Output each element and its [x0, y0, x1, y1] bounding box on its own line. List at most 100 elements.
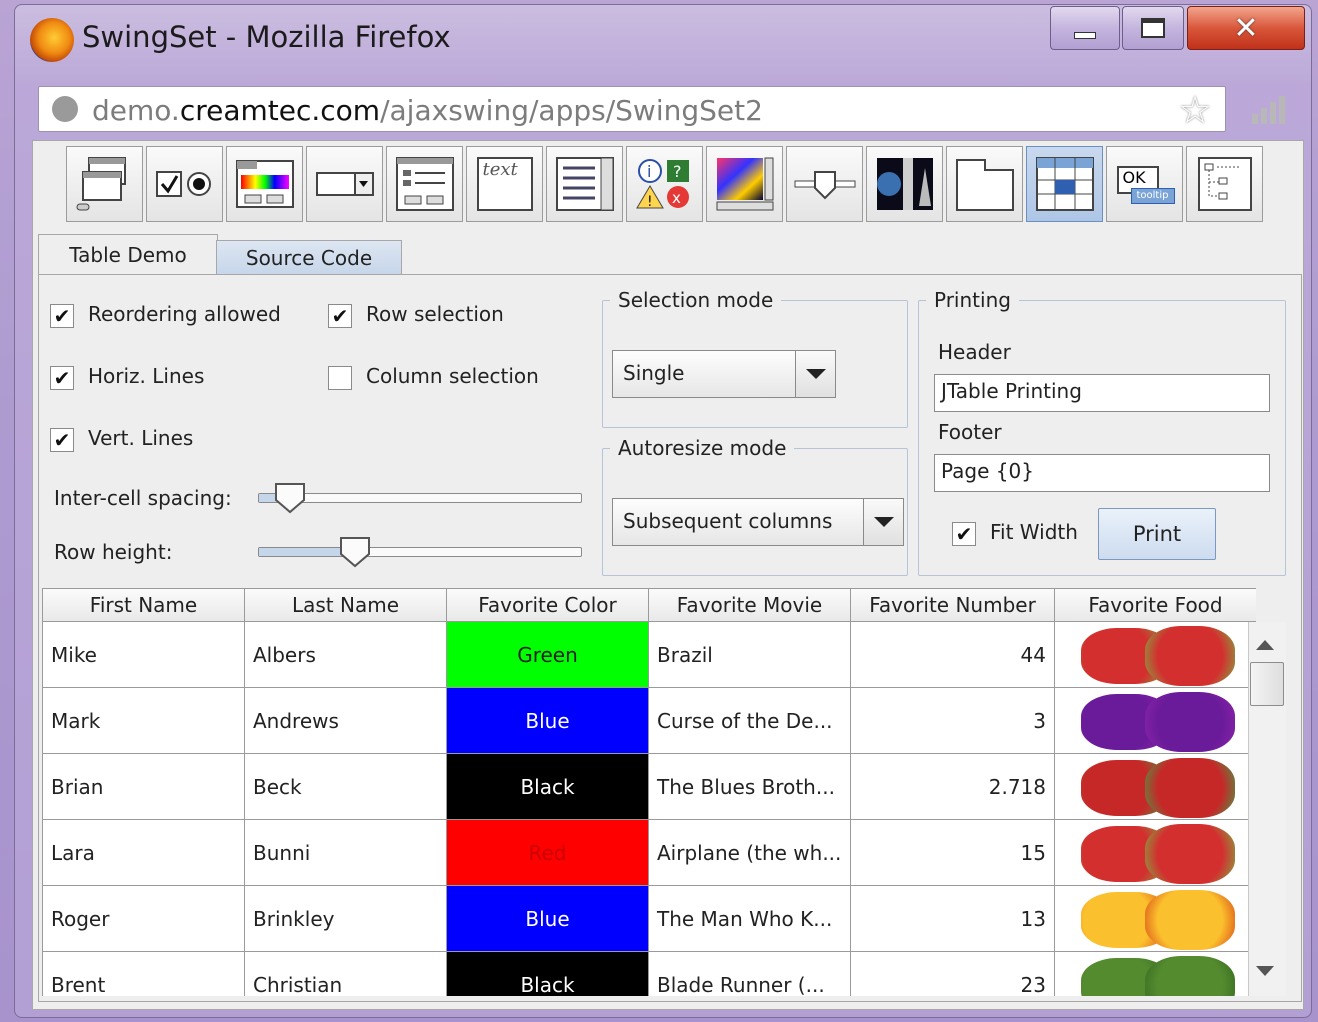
autoresize-mode-combobox[interactable]: Subsequent columns — [612, 498, 904, 546]
food-image-cell[interactable] — [1055, 820, 1256, 886]
bookmark-star-icon[interactable]: ☆ — [1178, 88, 1212, 132]
number-cell[interactable]: 15 — [851, 820, 1055, 886]
url-path: /ajaxswing/apps/SwingSet2 — [380, 94, 763, 127]
food-image-cell[interactable] — [1055, 754, 1256, 820]
color-cell[interactable]: Red — [447, 820, 649, 886]
list-demo-button[interactable] — [546, 146, 623, 222]
table-row[interactable]: Roger Brinkley Blue The Man Who K... 13 — [42, 886, 1256, 952]
first-cell[interactable]: Mike — [42, 622, 245, 688]
button-demo-button[interactable] — [146, 146, 223, 222]
food-image-cell[interactable] — [1055, 886, 1256, 952]
internal-frame-demo-button[interactable] — [66, 146, 143, 222]
row-height-thumb[interactable] — [339, 536, 371, 568]
row-height-slider[interactable] — [258, 547, 582, 557]
table-demo-button[interactable] — [1026, 146, 1103, 222]
movie-cell[interactable]: The Blues Broth... — [649, 754, 851, 820]
tab-table-demo[interactable]: Table Demo — [38, 234, 218, 274]
column-selection-checkbox[interactable] — [328, 366, 352, 390]
number-cell[interactable]: 44 — [851, 622, 1055, 688]
column-header-last-name[interactable]: Last Name — [245, 588, 447, 622]
reordering-checkbox[interactable]: ✔ — [50, 304, 74, 328]
last-cell[interactable]: Bunni — [245, 820, 447, 886]
number-cell[interactable]: 2.718 — [851, 754, 1055, 820]
tabbed-pane-demo-button[interactable] — [946, 146, 1023, 222]
autoresize-mode-dropdown-arrow[interactable] — [863, 499, 903, 545]
column-header-favorite-movie[interactable]: Favorite Movie — [649, 588, 851, 622]
file-chooser-demo-button[interactable] — [386, 146, 463, 222]
option-pane-demo-button[interactable]: i?! x — [626, 146, 703, 222]
minimize-button[interactable] — [1050, 6, 1120, 50]
row-selection-checkbox[interactable]: ✔ — [328, 304, 352, 328]
column-header-favorite-color[interactable]: Favorite Color — [447, 588, 649, 622]
movie-cell[interactable]: Blade Runner (... — [649, 952, 851, 996]
tooltip-demo-button[interactable]: OK tooltip — [1106, 146, 1183, 222]
first-cell-text: Mike — [51, 642, 97, 667]
last-cell[interactable]: Brinkley — [245, 886, 447, 952]
table-row[interactable]: Brian Beck Black The Blues Broth... 2.718 — [42, 754, 1256, 820]
table-row[interactable]: Lara Bunni Red Airplane (the wh... 15 — [42, 820, 1256, 886]
selection-mode-dropdown-arrow[interactable] — [795, 351, 835, 397]
vert-lines-checkbox[interactable]: ✔ — [50, 428, 74, 452]
last-cell[interactable]: Albers — [245, 622, 447, 688]
strawberry-image-part — [1145, 626, 1235, 686]
column-header-favorite-food[interactable]: Favorite Food — [1055, 588, 1256, 622]
first-cell[interactable]: Brent — [42, 952, 245, 996]
fit-width-checkbox[interactable]: ✔ — [952, 522, 976, 546]
table-row[interactable]: Mark Andrews Blue Curse of the De... 3 — [42, 688, 1256, 754]
movie-cell[interactable]: The Man Who K... — [649, 886, 851, 952]
food-image-cell[interactable] — [1055, 688, 1256, 754]
column-header-favorite-number[interactable]: Favorite Number — [851, 588, 1055, 622]
svg-text:x: x — [672, 189, 681, 207]
movie-cell[interactable]: Curse of the De... — [649, 688, 851, 754]
inter-cell-spacing-thumb[interactable] — [274, 482, 306, 514]
progress-bar-demo-button[interactable] — [706, 146, 783, 222]
table-row[interactable]: Brent Christian Black Blade Runner (... 23 — [42, 952, 1256, 996]
first-cell[interactable]: Mark — [42, 688, 245, 754]
header-field[interactable]: JTable Printing — [934, 374, 1270, 412]
inter-cell-spacing-slider[interactable] — [258, 493, 582, 503]
first-cell[interactable]: Brian — [42, 754, 245, 820]
combobox-demo-button[interactable] — [306, 146, 383, 222]
column-header-first-name[interactable]: First Name — [42, 588, 245, 622]
color-cell[interactable]: Black — [447, 754, 649, 820]
movie-cell[interactable]: Brazil — [649, 622, 851, 688]
food-image-cell[interactable] — [1055, 622, 1256, 688]
last-cell[interactable]: Andrews — [245, 688, 447, 754]
color-cell[interactable]: Blue — [447, 886, 649, 952]
print-button[interactable]: Print — [1098, 508, 1216, 560]
url-prefix: demo. — [92, 94, 180, 127]
scrollbar-thumb[interactable] — [1250, 662, 1284, 706]
scroll-down-arrow-icon[interactable] — [1256, 966, 1274, 976]
last-cell-text: Christian — [253, 972, 343, 997]
movie-cell[interactable]: Airplane (the wh... — [649, 820, 851, 886]
number-cell-text: 13 — [1020, 906, 1046, 931]
html-demo-button[interactable]: text — [466, 146, 543, 222]
footer-field[interactable]: Page {0} — [934, 454, 1270, 492]
number-cell[interactable]: 13 — [851, 886, 1055, 952]
tree-demo-button[interactable] — [1186, 146, 1263, 222]
last-cell[interactable]: Beck — [245, 754, 447, 820]
color-cell[interactable]: Blue — [447, 688, 649, 754]
split-pane-demo-button[interactable] — [866, 146, 943, 222]
maximize-button[interactable] — [1122, 6, 1184, 50]
horiz-lines-checkbox[interactable]: ✔ — [50, 366, 74, 390]
number-cell[interactable]: 23 — [851, 952, 1055, 996]
scroll-up-arrow-icon[interactable] — [1256, 640, 1274, 650]
last-cell[interactable]: Christian — [245, 952, 447, 996]
first-cell[interactable]: Roger — [42, 886, 245, 952]
color-cell[interactable]: Black — [447, 952, 649, 996]
food-image-cell[interactable] — [1055, 952, 1256, 996]
number-cell[interactable]: 3 — [851, 688, 1055, 754]
selection-mode-title: Selection mode — [610, 288, 782, 312]
number-cell-text: 44 — [1020, 642, 1046, 667]
url-text[interactable]: demo.creamtec.com/ajaxswing/apps/SwingSe… — [92, 94, 763, 127]
color-chooser-demo-button[interactable] — [226, 146, 303, 222]
tab-source-code[interactable]: Source Code — [216, 240, 402, 274]
color-cell[interactable]: Green — [447, 622, 649, 688]
first-cell-text: Mark — [51, 708, 101, 733]
first-cell[interactable]: Lara — [42, 820, 245, 886]
table-row[interactable]: Mike Albers Green Brazil 44 — [42, 622, 1256, 688]
close-button[interactable]: ✕ — [1187, 6, 1305, 50]
selection-mode-combobox[interactable]: Single — [612, 350, 836, 398]
slider-demo-button[interactable] — [786, 146, 863, 222]
